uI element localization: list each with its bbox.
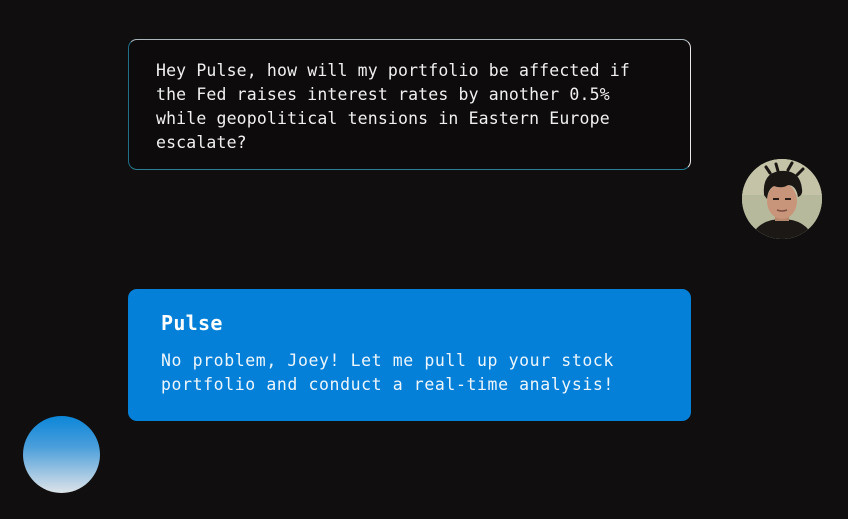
user-photo-icon [742, 159, 822, 239]
user-message-text: Hey Pulse, how will my portfolio be affe… [156, 61, 630, 152]
chat-screen: Hey Pulse, how will my portfolio be affe… [0, 0, 848, 519]
assistant-name: Pulse [161, 311, 223, 335]
assistant-message-text: No problem, Joey! Let me pull up your st… [161, 351, 614, 394]
assistant-avatar-orb-icon [23, 416, 100, 493]
assistant-message-bubble: Pulse No problem, Joey! Let me pull up y… [128, 289, 691, 421]
user-message-bubble: Hey Pulse, how will my portfolio be affe… [128, 39, 691, 170]
user-avatar [742, 159, 822, 239]
